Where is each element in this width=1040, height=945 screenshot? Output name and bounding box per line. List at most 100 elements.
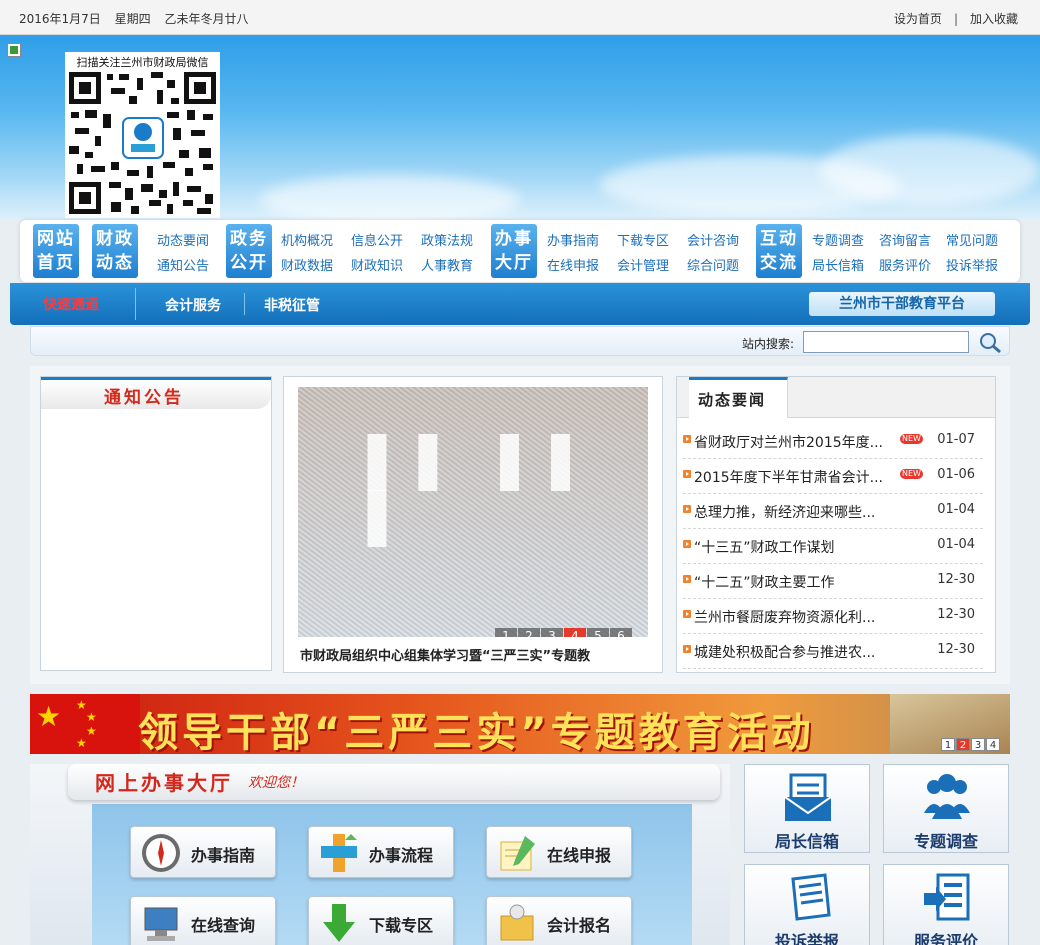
nav-link-accounting-consult[interactable]: 会计咨询 <box>687 230 739 249</box>
hall-header: 网上办事大厅 欢迎您！ <box>68 764 720 800</box>
slide-image[interactable]: ▌▌ ▌▌ ▌ 1 2 3 4 5 6 <box>298 387 648 637</box>
service-guide-button[interactable]: 办事指南 <box>130 826 276 878</box>
date-text: 2016年1月7日 <box>19 12 101 26</box>
news-title[interactable]: 兰州市餐厨废弃物资源化利... <box>694 607 875 627</box>
nav-link-director-mailbox[interactable]: 局长信箱 <box>812 255 864 274</box>
news-title[interactable]: “十三五”财政工作谋划 <box>694 537 835 557</box>
nav-government-affairs-button[interactable]: 政务 公开 <box>226 224 272 278</box>
slide-page-5[interactable]: 5 <box>587 628 609 637</box>
list-item[interactable]: 总理力推，新经济迎来哪些... 01-04 <box>683 494 983 529</box>
downloads-button[interactable]: 下载专区 <box>308 896 454 945</box>
nav-link-online-declare[interactable]: 在线申报 <box>547 255 599 274</box>
director-mailbox-button[interactable]: 局长信箱 <box>744 764 870 853</box>
accounting-registration-button[interactable]: 会计报名 <box>486 896 632 945</box>
slide-page-4[interactable]: 4 <box>564 628 586 637</box>
banner-page-1[interactable]: 1 <box>941 738 955 751</box>
search-icon[interactable] <box>977 331 1003 355</box>
slide-caption[interactable]: 市财政局组织中心组集体学习暨“三严三实”专题教 <box>300 645 650 664</box>
new-badge: NEW <box>900 434 923 444</box>
nav-link-info-disclosure[interactable]: 信息公开 <box>351 230 403 249</box>
banner-page-4[interactable]: 4 <box>986 738 1000 751</box>
nav-link-personnel[interactable]: 人事教育 <box>421 255 473 274</box>
director-mailbox-label: 局长信箱 <box>774 832 839 851</box>
tab-news[interactable]: 动态要闻 <box>689 377 788 418</box>
slide-page-6[interactable]: 6 <box>610 628 632 637</box>
people-icon <box>924 774 970 819</box>
banner-page-2[interactable]: 2 <box>956 738 970 751</box>
online-query-label: 在线查询 <box>191 916 256 935</box>
nav-link-finance-data[interactable]: 财政数据 <box>281 255 333 274</box>
survey-label: 专题调查 <box>913 832 978 851</box>
banner-page-3[interactable]: 3 <box>971 738 985 751</box>
cloud-decoration <box>820 135 1040 205</box>
arrow-bullet-icon <box>683 505 691 513</box>
nav-interaction-button[interactable]: 互动 交流 <box>756 224 802 278</box>
news-title[interactable]: 总理力推，新经济迎来哪些... <box>694 502 875 522</box>
news-date: 01-06 <box>937 467 975 482</box>
nav-link-accounting-mgmt[interactable]: 会计管理 <box>617 255 669 274</box>
arrow-bullet-icon <box>683 645 691 653</box>
complaint-button[interactable]: 投诉举报 <box>744 864 870 945</box>
downloads-label: 下载专区 <box>369 916 434 935</box>
nav-link-consult-message[interactable]: 咨询留言 <box>879 230 931 249</box>
star-icon: ★ <box>86 710 97 724</box>
nav-link-policies[interactable]: 政策法规 <box>421 230 473 249</box>
slide-page-2[interactable]: 2 <box>518 628 540 637</box>
list-item[interactable]: 城建处积极配合参与推进农... 12-30 <box>683 634 983 669</box>
online-declare-button[interactable]: 在线申报 <box>486 826 632 878</box>
nav-home-button[interactable]: 网站 首页 <box>33 224 79 278</box>
nav-link-faq[interactable]: 常见问题 <box>946 230 998 249</box>
nav-link-survey[interactable]: 专题调查 <box>812 230 864 249</box>
set-home-link[interactable]: 设为首页 <box>894 12 942 26</box>
divider <box>128 288 136 320</box>
search-input[interactable] <box>803 331 969 353</box>
slide-page-3[interactable]: 3 <box>541 628 563 637</box>
cadre-education-button[interactable]: 兰州市干部教育平台 <box>809 292 995 316</box>
notice-panel: 通知公告 <box>40 376 272 671</box>
nav-link-finance-knowledge[interactable]: 财政知识 <box>351 255 403 274</box>
nav-link-guide[interactable]: 办事指南 <box>547 230 599 249</box>
nav-link-complaints[interactable]: 投诉举报 <box>946 255 998 274</box>
list-item[interactable]: “十二五”财政主要工作 12-30 <box>683 564 983 599</box>
news-title[interactable]: “十二五”财政主要工作 <box>694 572 835 592</box>
service-flow-button[interactable]: 办事流程 <box>308 826 454 878</box>
news-title[interactable]: 城建处积极配合参与推进农... <box>694 642 875 662</box>
hall-welcome: 欢迎您！ <box>248 775 304 791</box>
hall-title: 网上办事大厅 <box>95 771 233 795</box>
star-icon: ★ <box>36 700 62 733</box>
pen-icon <box>500 836 535 871</box>
weekday-text: 星期四 <box>114 12 151 26</box>
promo-banner[interactable]: ★ ★ ★ ★ ★ 领导干部“三严三实”专题教育活动 1 2 3 4 <box>30 694 1010 754</box>
service-rating-button[interactable]: 服务评价 <box>883 864 1009 945</box>
notice-title: 通知公告 <box>104 388 184 408</box>
compass-icon <box>142 834 180 872</box>
news-title[interactable]: 2015年度下半年甘肃省会计... <box>694 467 883 487</box>
star-icon: ★ <box>86 724 97 738</box>
list-item[interactable]: 省财政厅对兰州市2015年度... NEW 01-07 <box>683 424 983 459</box>
quick-access-bar: 快速通道 会计服务 非税征管 兰州市干部教育平台 <box>10 283 1030 325</box>
news-date: 12-30 <box>937 607 975 622</box>
nav-home-line2: 首页 <box>37 253 75 273</box>
scroll-icon <box>500 904 534 941</box>
online-query-button[interactable]: 在线查询 <box>130 896 276 945</box>
survey-button[interactable]: 专题调查 <box>883 764 1009 853</box>
nav-link-downloads[interactable]: 下载专区 <box>617 230 669 249</box>
quick-link-accounting[interactable]: 会计服务 <box>165 295 221 315</box>
news-title[interactable]: 省财政厅对兰州市2015年度... <box>694 432 883 452</box>
list-item[interactable]: 兰州市餐厨废弃物资源化利... 12-30 <box>683 599 983 634</box>
nav-link-organization[interactable]: 机构概况 <box>281 230 333 249</box>
nav-link-notices[interactable]: 通知公告 <box>157 255 209 274</box>
nav-link-general-questions[interactable]: 综合问题 <box>687 255 739 274</box>
nav-link-service-rating[interactable]: 服务评价 <box>879 255 931 274</box>
nav-link-news[interactable]: 动态要闻 <box>157 230 209 249</box>
list-item[interactable]: “十三五”财政工作谋划 01-04 <box>683 529 983 564</box>
add-favorite-link[interactable]: 加入收藏 <box>970 12 1018 26</box>
news-list: 省财政厅对兰州市2015年度... NEW 01-07 2015年度下半年甘肃省会计… <box>683 424 983 669</box>
list-item[interactable]: 2015年度下半年甘肃省会计... NEW 01-06 <box>683 459 983 494</box>
quick-link-nontax[interactable]: 非税征管 <box>264 295 320 315</box>
slide-page-1[interactable]: 1 <box>495 628 517 637</box>
nav-service-hall-button[interactable]: 办事 大厅 <box>491 224 537 278</box>
arrow-bullet-icon <box>683 610 691 618</box>
nav-finance-news-button[interactable]: 财政 动态 <box>92 224 138 278</box>
online-declare-label: 在线申报 <box>547 846 612 865</box>
